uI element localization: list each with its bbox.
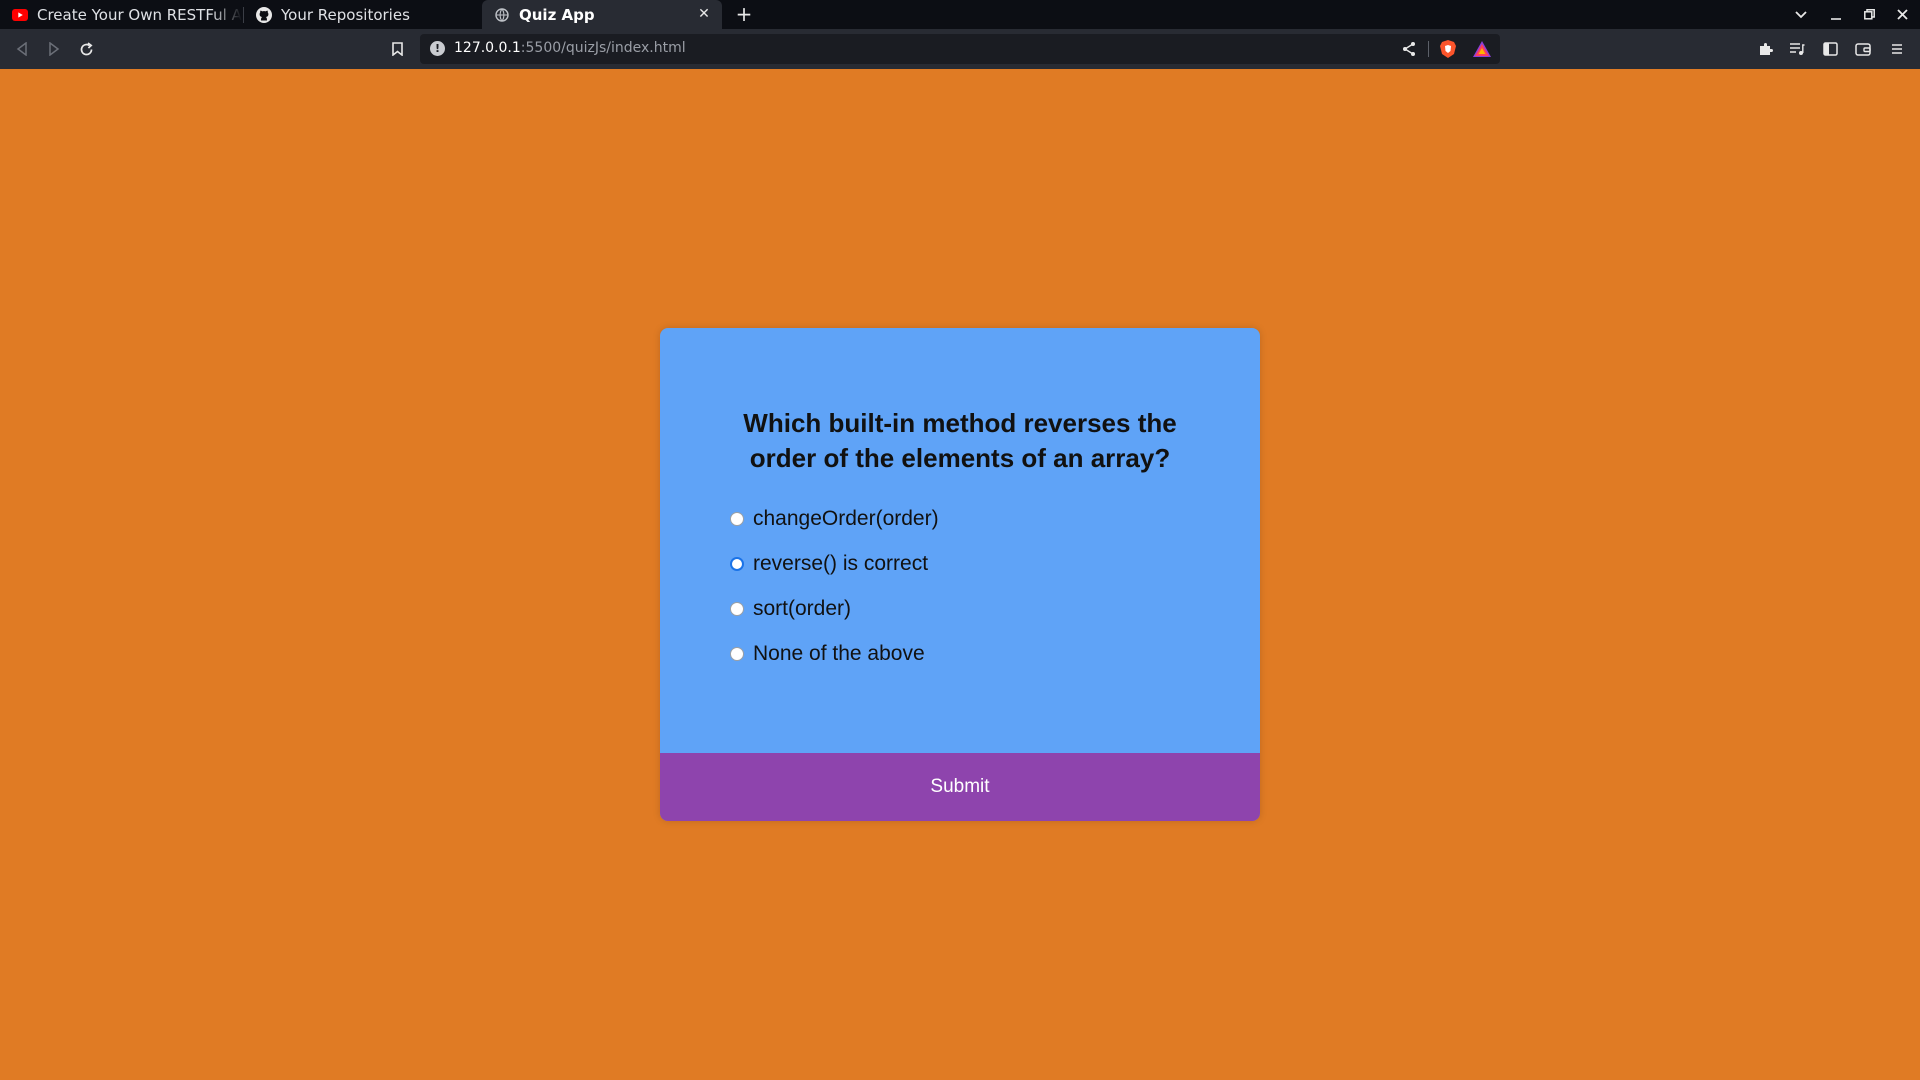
- tab-strip: Create Your Own RESTFul API Your Reposit…: [0, 0, 1920, 29]
- browser-toolbar: ! 127.0.0.1:5500/quizJs/index.html: [0, 29, 1920, 69]
- question-text: Which built-in method reverses the order…: [743, 408, 1177, 473]
- share-icon[interactable]: [1400, 40, 1418, 58]
- submit-button[interactable]: Submit: [660, 753, 1260, 821]
- answer-option[interactable]: sort(order): [730, 586, 939, 631]
- tab-github[interactable]: Your Repositories: [244, 0, 480, 29]
- answer-list: changeOrder(order) reverse() is correct …: [730, 496, 939, 676]
- restore-icon[interactable]: [1858, 4, 1880, 26]
- sidebar-icon[interactable]: [1819, 38, 1841, 60]
- extensions-icon[interactable]: [1754, 38, 1776, 60]
- github-icon: [256, 6, 272, 23]
- answer-option[interactable]: reverse() is correct: [730, 541, 939, 586]
- answer-label[interactable]: None of the above: [753, 642, 925, 666]
- url-host: 127.0.0.1: [454, 40, 521, 56]
- tab-youtube[interactable]: Create Your Own RESTFul API: [0, 0, 242, 29]
- youtube-icon: [12, 7, 28, 23]
- answer-option[interactable]: None of the above: [730, 631, 939, 676]
- close-icon[interactable]: ✕: [696, 6, 712, 22]
- bookmark-icon[interactable]: [386, 38, 408, 60]
- site-info-icon[interactable]: !: [430, 41, 445, 56]
- answer-label[interactable]: changeOrder(order): [753, 507, 939, 531]
- minimize-icon[interactable]: [1825, 4, 1847, 26]
- tab-title: Quiz App: [519, 5, 595, 24]
- tab-title: Create Your Own RESTFul API: [37, 5, 242, 24]
- brave-shields-icon[interactable]: [1438, 39, 1458, 59]
- url-path: :5500/quizJs/index.html: [520, 40, 686, 56]
- tab-quiz-app[interactable]: Quiz App ✕: [482, 0, 722, 29]
- url-divider: [1428, 41, 1429, 57]
- answer-radio[interactable]: [730, 646, 744, 661]
- tab-search-chevron-icon[interactable]: [1790, 4, 1812, 26]
- quiz-header: Which built-in method reverses the order…: [660, 328, 1260, 753]
- menu-icon[interactable]: [1886, 38, 1908, 60]
- address-bar[interactable]: ! 127.0.0.1:5500/quizJs/index.html: [420, 34, 1500, 64]
- globe-icon: [494, 7, 510, 23]
- url-text[interactable]: 127.0.0.1:5500/quizJs/index.html: [454, 40, 686, 56]
- answer-label[interactable]: sort(order): [753, 597, 851, 621]
- answer-radio[interactable]: [730, 511, 744, 526]
- reload-icon[interactable]: [75, 38, 97, 60]
- forward-icon[interactable]: [43, 38, 65, 60]
- new-tab-button[interactable]: +: [733, 3, 755, 25]
- wallet-icon[interactable]: [1852, 38, 1874, 60]
- answer-radio[interactable]: [730, 601, 744, 616]
- answer-radio[interactable]: [730, 556, 744, 571]
- playlist-icon[interactable]: [1786, 38, 1808, 60]
- close-window-icon[interactable]: [1891, 4, 1913, 26]
- quiz-card: Which built-in method reverses the order…: [660, 328, 1260, 821]
- answer-label[interactable]: reverse() is correct: [753, 552, 928, 576]
- tab-title: Your Repositories: [281, 5, 410, 24]
- brave-rewards-icon[interactable]: [1472, 39, 1492, 59]
- back-icon[interactable]: [11, 38, 33, 60]
- answer-option[interactable]: changeOrder(order): [730, 496, 939, 541]
